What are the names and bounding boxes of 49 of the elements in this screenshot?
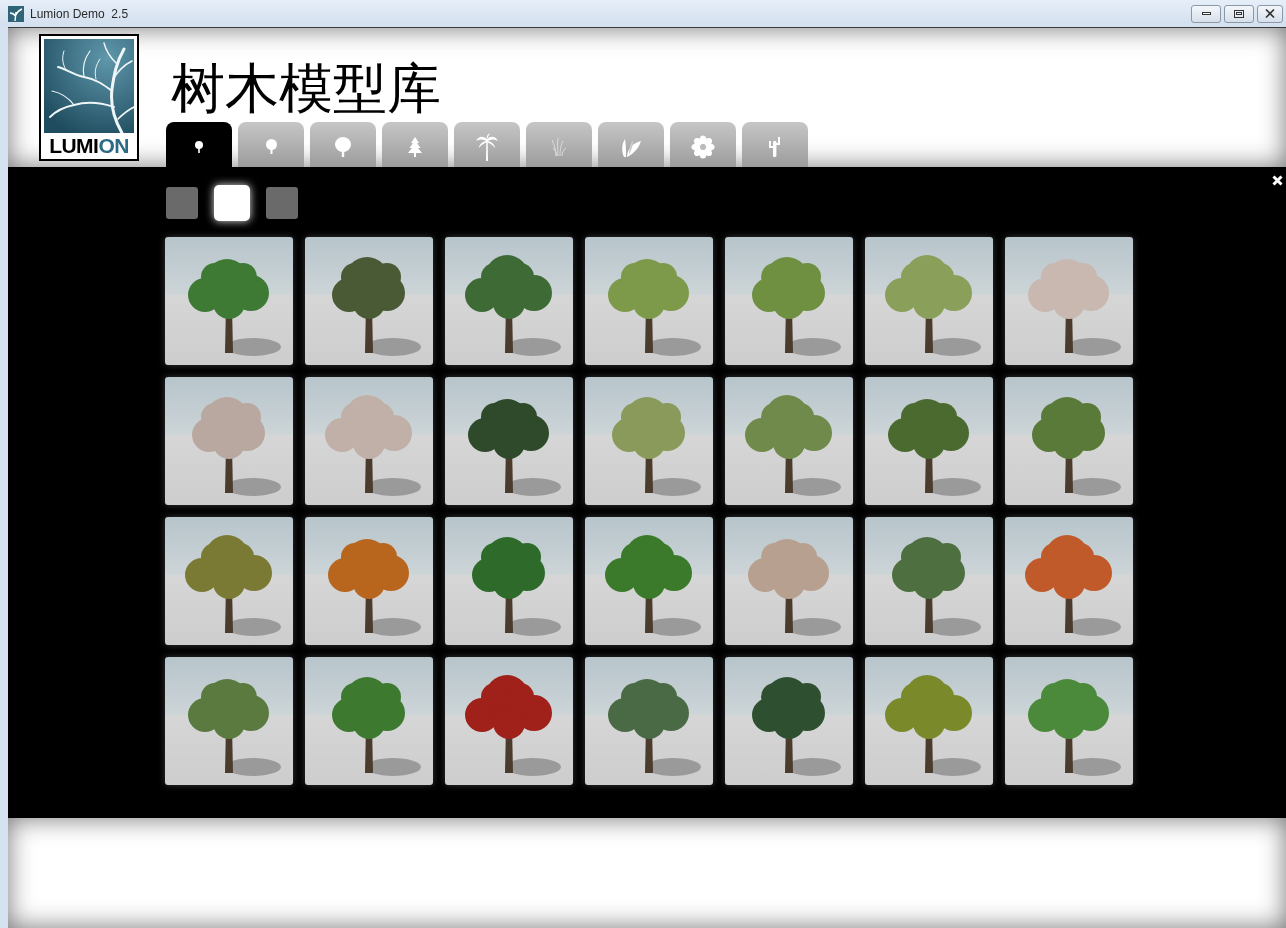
palm-tree-icon <box>476 132 498 161</box>
maximize-icon <box>1234 9 1244 18</box>
page-title: 树木模型库 <box>171 62 442 116</box>
cactus-icon <box>769 136 781 157</box>
minimize-icon <box>1201 12 1211 15</box>
tree-thumbnail[interactable] <box>585 237 713 365</box>
tree-thumbnail[interactable] <box>585 517 713 645</box>
close-button[interactable] <box>1257 4 1283 23</box>
tree-icon <box>265 139 277 154</box>
page-button[interactable] <box>214 185 250 221</box>
tree-thumbnail[interactable] <box>445 517 573 645</box>
category-tab[interactable] <box>166 122 232 167</box>
tree-icon <box>195 140 203 153</box>
tree-thumbnail[interactable] <box>165 517 293 645</box>
tree-thumbnail[interactable] <box>165 657 293 785</box>
close-icon <box>1265 9 1275 18</box>
tree-thumbnail[interactable] <box>165 237 293 365</box>
tree-thumbnail[interactable] <box>725 237 853 365</box>
tree-thumbnail[interactable] <box>445 657 573 785</box>
app-icon <box>8 5 24 22</box>
tree-thumbnail[interactable] <box>445 237 573 365</box>
tree-thumbnail[interactable] <box>445 377 573 505</box>
tree-thumbnail[interactable] <box>305 237 433 365</box>
logo-wordmark: LUMION <box>48 135 130 156</box>
tree-thumbnail[interactable] <box>865 657 993 785</box>
tree-thumbnail[interactable] <box>1005 517 1133 645</box>
tree-thumbnail[interactable] <box>585 657 713 785</box>
tree-thumbnail[interactable] <box>305 517 433 645</box>
tree-thumbnail[interactable] <box>865 377 993 505</box>
tree-thumbnail[interactable] <box>865 517 993 645</box>
tree-thumbnail[interactable] <box>725 517 853 645</box>
tree-thumbnail[interactable] <box>305 377 433 505</box>
pine-tree-icon <box>408 136 422 157</box>
flower-icon <box>691 134 715 159</box>
tree-thumbnail[interactable] <box>725 657 853 785</box>
tree-thumbnail[interactable] <box>865 237 993 365</box>
tree-thumbnail[interactable] <box>1005 657 1133 785</box>
tree-thumbnail[interactable] <box>165 377 293 505</box>
tree-thumbnail[interactable] <box>725 377 853 505</box>
close-icon <box>1272 175 1283 186</box>
tree-icon <box>335 136 351 157</box>
tree-thumbnail[interactable] <box>1005 377 1133 505</box>
maximize-button[interactable] <box>1224 4 1254 23</box>
window-title: Lumion Demo 2.5 <box>30 5 129 23</box>
tree-thumbnail[interactable] <box>585 377 713 505</box>
grass-icon <box>552 137 566 156</box>
tree-thumbnail[interactable] <box>1005 237 1133 365</box>
minimize-button[interactable] <box>1191 4 1221 23</box>
tree-thumbnail[interactable] <box>305 657 433 785</box>
